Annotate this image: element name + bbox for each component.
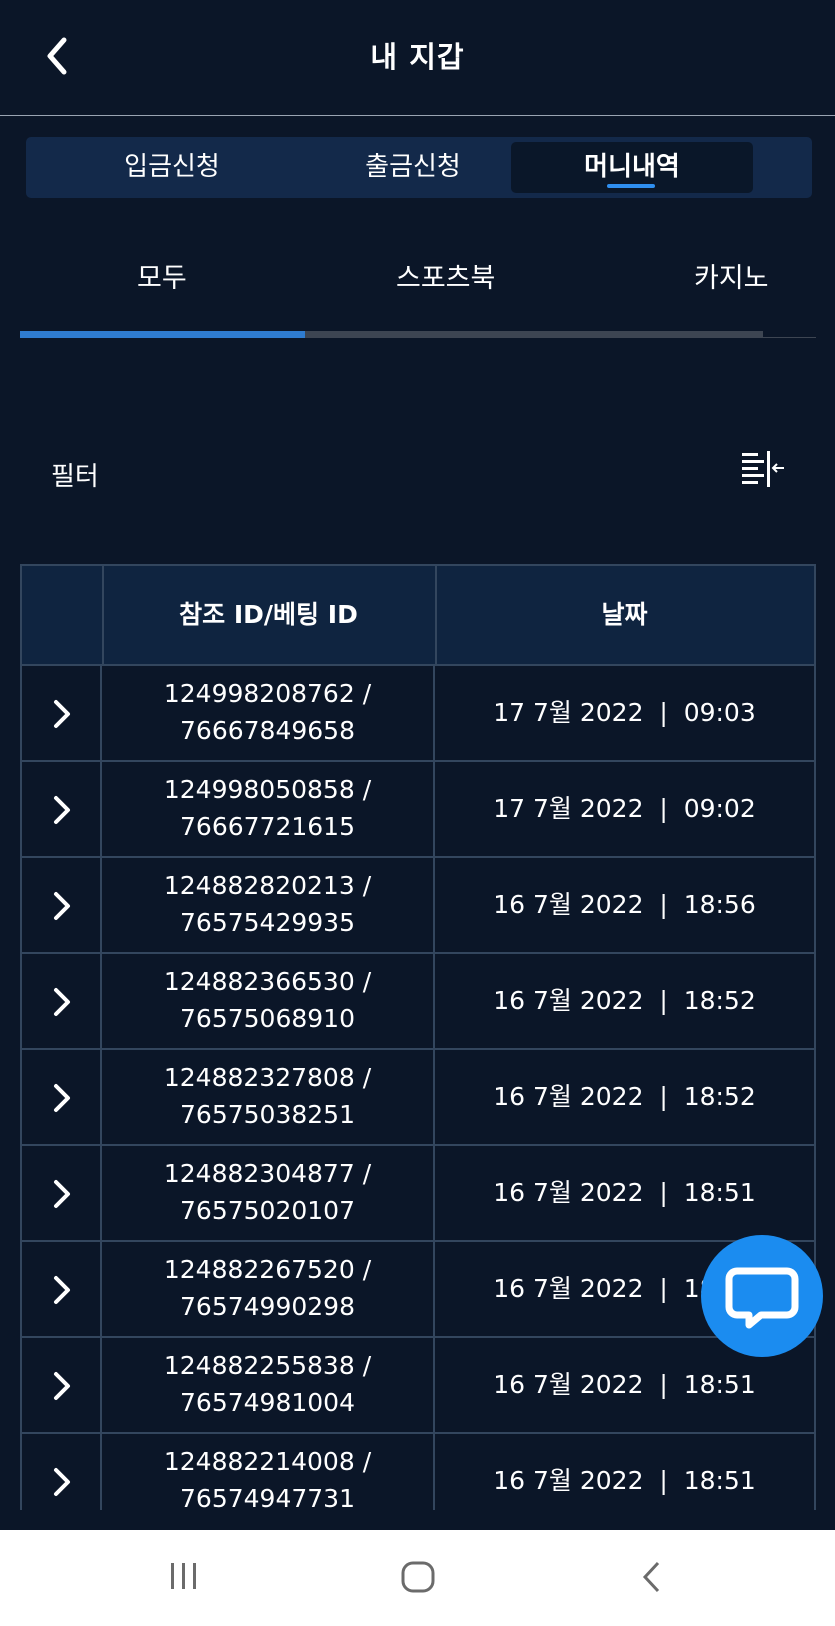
chevron-right-icon xyxy=(54,988,70,1016)
system-navigation-bar xyxy=(0,1530,835,1626)
tab-money-history[interactable]: 머니내역 xyxy=(511,142,753,193)
row-expand-button[interactable] xyxy=(22,858,102,952)
row-date: 17 7월 2022 | 09:02 xyxy=(493,794,756,823)
row-date: 16 7월 2022 | 18:56 xyxy=(493,890,756,919)
header-date: 날짜 xyxy=(601,600,648,629)
row-reference-id: 124882820213 / 76575429935 xyxy=(102,858,435,952)
table-row[interactable]: 124998050858 / 76667721615 17 7월 2022 | 09… xyxy=(22,762,814,858)
tab-withdraw[interactable]: 출금신청 xyxy=(292,142,534,193)
chat-bubble-icon xyxy=(725,1267,799,1329)
home-icon[interactable] xyxy=(400,1560,436,1598)
chevron-right-icon xyxy=(54,1468,70,1496)
chat-button[interactable] xyxy=(701,1235,823,1357)
chevron-right-icon xyxy=(54,1372,70,1400)
category-divider xyxy=(763,337,816,338)
row-expand-button[interactable] xyxy=(22,1146,102,1240)
active-tab-indicator xyxy=(607,184,655,188)
filter-label[interactable]: 필터 xyxy=(51,456,99,493)
bet-id: 76575068910 xyxy=(180,1004,355,1033)
row-reference-id: 124882304877 / 76575020107 xyxy=(102,1146,435,1240)
table-header: 참조 ID/베팅 ID 날짜 xyxy=(22,564,814,666)
bet-id: 76574990298 xyxy=(180,1292,355,1321)
table-row[interactable]: 124882366530 / 76575068910 16 7월 2022 | 18… xyxy=(22,954,814,1050)
row-expand-button[interactable] xyxy=(22,1242,102,1336)
row-expand-button[interactable] xyxy=(22,1338,102,1432)
app-header: 내 지갑 xyxy=(0,0,835,116)
chevron-right-icon xyxy=(54,1084,70,1112)
chevron-right-icon xyxy=(54,1180,70,1208)
reference-id: 124882304877 / xyxy=(163,1159,372,1188)
row-expand-button[interactable] xyxy=(22,1434,102,1510)
table-row[interactable]: 124998208762 / 76667849658 17 7월 2022 | 09… xyxy=(22,666,814,762)
table-row[interactable]: 124882820213 / 76575429935 16 7월 2022 | 18… xyxy=(22,858,814,954)
recents-icon[interactable] xyxy=(168,1560,200,1596)
bet-id: 76575429935 xyxy=(180,908,355,937)
chevron-right-icon xyxy=(54,892,70,920)
table-row[interactable]: 124882214008 / 76574947731 16 7월 2022 | 18… xyxy=(22,1434,814,1510)
row-expand-button[interactable] xyxy=(22,666,102,760)
reference-id: 124882267520 / xyxy=(163,1255,372,1284)
table-row[interactable]: 124882327808 / 76575038251 16 7월 2022 | 18… xyxy=(22,1050,814,1146)
row-reference-id: 124998050858 / 76667721615 xyxy=(102,762,435,856)
row-date: 16 7월 2022 | 18:52 xyxy=(493,1082,756,1111)
header-expand xyxy=(22,566,102,666)
bet-id: 76667721615 xyxy=(180,812,355,841)
bet-id: 76667849658 xyxy=(180,716,355,745)
category-tab-sportsbook[interactable]: 스포츠북 xyxy=(396,256,495,295)
row-reference-id: 124998208762 / 76667849658 xyxy=(102,666,435,760)
category-tab-all[interactable]: 모두 xyxy=(137,256,187,295)
row-reference-id: 124882267520 / 76574990298 xyxy=(102,1242,435,1336)
bet-id: 76575020107 xyxy=(180,1196,355,1225)
row-expand-button[interactable] xyxy=(22,1050,102,1144)
page-title: 내 지갑 xyxy=(370,40,465,74)
reference-id: 124882366530 / xyxy=(163,967,372,996)
tab-money-history-label: 머니내역 xyxy=(584,152,680,182)
reference-id: 124882327808 / xyxy=(163,1063,372,1092)
row-reference-id: 124882255838 / 76574981004 xyxy=(102,1338,435,1432)
row-date: 16 7월 2022 | 18:51 xyxy=(493,1466,756,1495)
reference-id: 124998050858 / xyxy=(163,775,372,804)
chevron-right-icon xyxy=(54,700,70,728)
table-row[interactable]: 124882304877 / 76575020107 16 7월 2022 | 18… xyxy=(22,1146,814,1242)
filter-collapse-icon[interactable] xyxy=(740,451,786,489)
row-expand-button[interactable] xyxy=(22,762,102,856)
row-date: 16 7월 2022 | 18:52 xyxy=(493,986,756,1015)
row-date: 17 7월 2022 | 09:03 xyxy=(493,698,756,727)
back-icon[interactable] xyxy=(640,1560,664,1598)
wallet-page: 내 지갑 입금신청 출금신청 머니내역 모두 스포츠북 카지노 필터 참조 ID… xyxy=(0,0,835,1626)
table-row[interactable]: 124882255838 /76574981004 16 7월 2022 | 18… xyxy=(22,1338,814,1434)
tab-deposit[interactable]: 입금신청 xyxy=(51,142,293,193)
chevron-right-icon xyxy=(54,1276,70,1304)
wallet-tabs: 입금신청 출금신청 머니내역 xyxy=(26,137,812,198)
header-reference-id: 참조 ID/베팅 ID xyxy=(179,600,358,629)
row-date: 16 7월 2022 | 18:51 xyxy=(493,1178,756,1207)
row-reference-id: 124882366530 / 76575068910 xyxy=(102,954,435,1048)
reference-id: 124882255838 / xyxy=(163,1351,372,1380)
table-row[interactable]: 124882267520 /76574990298 16 7월 2022 | 18… xyxy=(22,1242,814,1338)
bet-id: 76574981004 xyxy=(180,1388,355,1417)
row-reference-id: 124882327808 / 76575038251 xyxy=(102,1050,435,1144)
reference-id: 124998208762 / xyxy=(163,679,372,708)
bet-id: 76574947731 xyxy=(180,1484,355,1510)
reference-id: 124882214008 / xyxy=(163,1447,372,1476)
bet-id: 76575038251 xyxy=(180,1100,355,1129)
category-tab-casino[interactable]: 카지노 xyxy=(694,256,769,295)
history-table: 참조 ID/베팅 ID 날짜 124998208762 / 76667849658… xyxy=(20,564,816,1510)
row-reference-id: 124882214008 / 76574947731 xyxy=(102,1434,435,1510)
category-active-indicator xyxy=(20,331,305,338)
reference-id: 124882820213 / xyxy=(163,871,372,900)
chevron-right-icon xyxy=(54,796,70,824)
row-expand-button[interactable] xyxy=(22,954,102,1048)
